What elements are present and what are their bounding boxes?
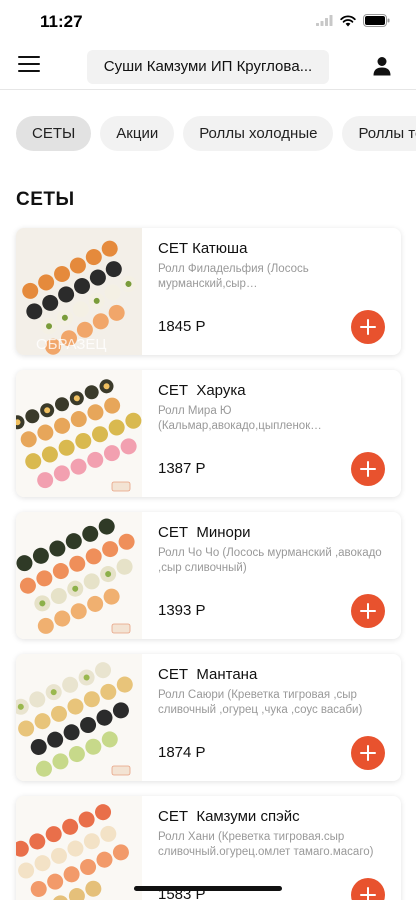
wifi-icon	[340, 14, 356, 26]
status-time: 11:27	[40, 12, 83, 31]
section-title: СЕТЫ	[16, 189, 75, 210]
product-description: Ролл Мира Ю (Кальмар,авокадо,цыпленок от…	[158, 405, 311, 432]
product-card[interactable]: СЕТ Минори Ролл Чо Чо (Лосось мурманский…	[16, 512, 401, 639]
product-price: 1874 Р	[158, 744, 206, 761]
product-name: СЕТ Катюша	[158, 240, 248, 257]
product-image	[16, 654, 142, 781]
product-card[interactable]: ОБРАЗЕЦ СЕТ Катюша Ролл Филадельфия (Лос…	[16, 228, 401, 355]
product-card[interactable]: СЕТ Мантана Ролл Саюри (Креветка тигрова…	[16, 654, 401, 781]
add-to-cart-button[interactable]	[351, 310, 385, 344]
add-to-cart-button[interactable]	[351, 452, 385, 486]
product-image	[16, 796, 142, 900]
restaurant-title[interactable]: Суши Камзуми ИП Кругловa...	[87, 50, 329, 84]
product-card[interactable]: СЕТ Камзуми спэйс Ролл Хани (Креветка ти…	[16, 796, 401, 900]
add-to-cart-button[interactable]	[351, 736, 385, 770]
product-card[interactable]: СЕТ Харука Ролл Мира Ю (Кальмар,авокадо,…	[16, 370, 401, 497]
product-description: Ролл Филадельфия (Лосось мурманский,сыр …	[158, 263, 309, 290]
status-icons	[316, 14, 390, 27]
product-name: СЕТ Минори	[158, 524, 251, 541]
product-name: СЕТ Харука	[158, 382, 246, 399]
tab-promotions[interactable]: Акции	[100, 116, 175, 151]
product-image: ОБРАЗЕЦ	[16, 228, 142, 355]
add-to-cart-button[interactable]	[351, 878, 385, 900]
tab-cold-rolls[interactable]: Роллы холодные	[183, 116, 334, 151]
category-tabs: СЕТЫ Акции Роллы холодные Роллы теплые	[16, 116, 416, 152]
tab-warm-rolls[interactable]: Роллы теплые	[342, 116, 416, 151]
product-list: ОБРАЗЕЦ СЕТ Катюша Ролл Филадельфия (Лос…	[16, 228, 401, 900]
product-name: СЕТ Мантана	[158, 666, 258, 683]
battery-icon	[363, 14, 390, 27]
product-image	[16, 512, 142, 639]
product-image	[16, 370, 142, 497]
app-header: Суши Камзуми ИП Кругловa...	[0, 44, 416, 90]
profile-icon[interactable]	[372, 56, 392, 76]
menu-icon[interactable]	[18, 56, 40, 76]
add-to-cart-button[interactable]	[351, 594, 385, 628]
product-description: Ролл Чо Чо (Лосось мурманский ,авокадо ,…	[158, 547, 382, 574]
watermark-text: ОБРАЗЕЦ	[36, 336, 107, 353]
product-description: Ролл Саюри (Креветка тигровая ,сыр сливо…	[158, 689, 363, 716]
product-price: 1387 Р	[158, 460, 206, 477]
tab-sets[interactable]: СЕТЫ	[16, 116, 92, 151]
signal-icon	[316, 15, 333, 26]
home-indicator[interactable]	[134, 886, 282, 891]
product-price: 1845 Р	[158, 318, 206, 335]
status-bar: 11:27	[0, 0, 416, 44]
product-description: Ролл Хани (Креветка тигровая.сыр сливочн…	[158, 831, 374, 858]
product-name: СЕТ Камзуми спэйс	[158, 808, 300, 825]
product-price: 1393 Р	[158, 602, 206, 619]
